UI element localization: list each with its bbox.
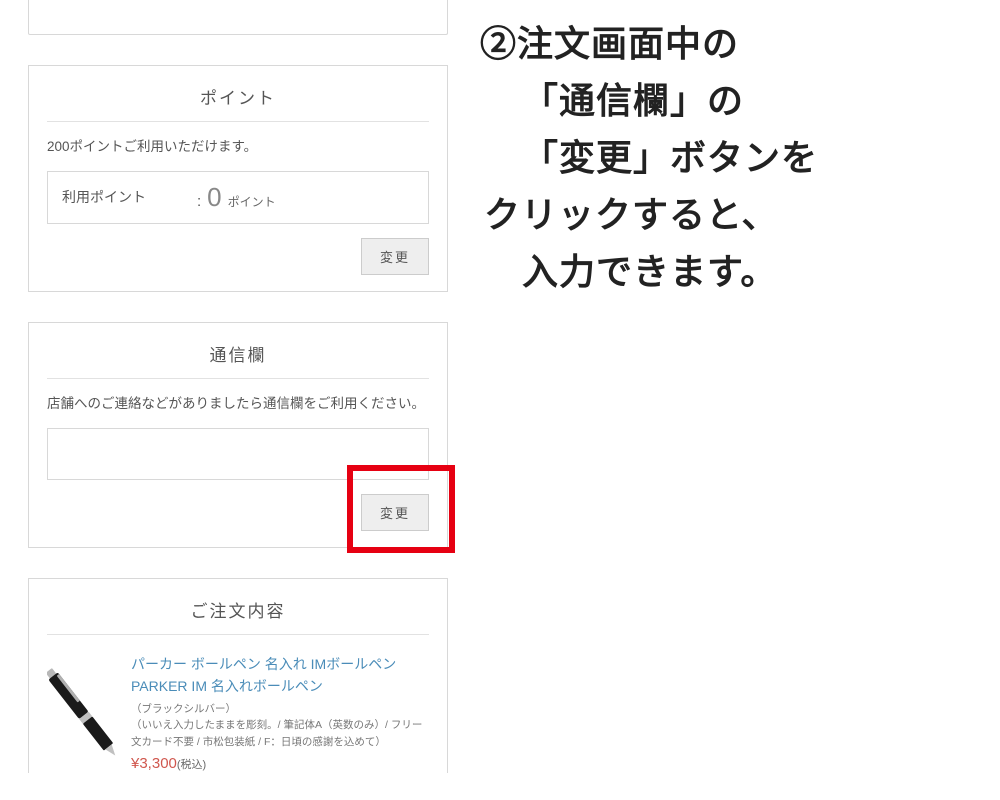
product-option-details: （いいえ入力したままを彫刻。/ 筆記体A（英数のみ）/ フリー文カード不要 / … (131, 717, 429, 751)
product-option-color: （ブラックシルバー） (131, 701, 429, 718)
points-change-button[interactable]: 変更 (361, 238, 429, 275)
points-input-row: 利用ポイント : 0 ポイント (47, 171, 429, 224)
product-image (47, 653, 117, 773)
points-colon: : (197, 193, 201, 210)
order-card: ご注文内容 パーカー ボールペン 名入れ IMボールペン PARKER IM 名… (28, 578, 448, 773)
points-label: 利用ポイント (62, 187, 197, 207)
points-title: ポイント (47, 84, 429, 122)
points-unit: ポイント (228, 193, 276, 210)
points-card: ポイント 200ポイントご利用いただけます。 利用ポイント : 0 ポイント 変… (28, 65, 448, 292)
message-change-button[interactable]: 変更 (361, 494, 429, 531)
message-title: 通信欄 (47, 341, 429, 379)
instruction-line3: 「変更」ボタンを (480, 130, 980, 187)
instruction-line5: 入力できます。 (480, 244, 980, 301)
product-price: ¥3,300(税込) (131, 755, 429, 772)
product-name[interactable]: パーカー ボールペン 名入れ IMボールペン PARKER IM 名入れボールペ… (131, 653, 429, 698)
instruction-line1: ②注文画面中の (480, 23, 739, 64)
message-input[interactable] (47, 428, 429, 480)
instruction-line4: クリックすると、 (480, 194, 779, 235)
instruction-text: ②注文画面中の 「通信欄」の 「変更」ボタンを クリックすると、 入力できます。 (480, 16, 980, 300)
order-form-panel: ポイント 200ポイントご利用いただけます。 利用ポイント : 0 ポイント 変… (28, 0, 448, 773)
instruction-line2: 「通信欄」の (480, 73, 980, 130)
instruction-panel: ②注文画面中の 「通信欄」の 「変更」ボタンを クリックすると、 入力できます。 (480, 16, 980, 300)
points-available-text: 200ポイントご利用いただけます。 (47, 136, 429, 159)
points-value: 0 (207, 182, 221, 213)
message-description: 店舗へのご連絡などがありましたら通信欄をご利用ください。 (47, 393, 429, 416)
message-card: 通信欄 店舗へのご連絡などがありましたら通信欄をご利用ください。 変更 (28, 322, 448, 548)
order-item: パーカー ボールペン 名入れ IMボールペン PARKER IM 名入れボールペ… (47, 649, 429, 773)
previous-card-bottom (28, 0, 448, 35)
order-title: ご注文内容 (47, 597, 429, 635)
